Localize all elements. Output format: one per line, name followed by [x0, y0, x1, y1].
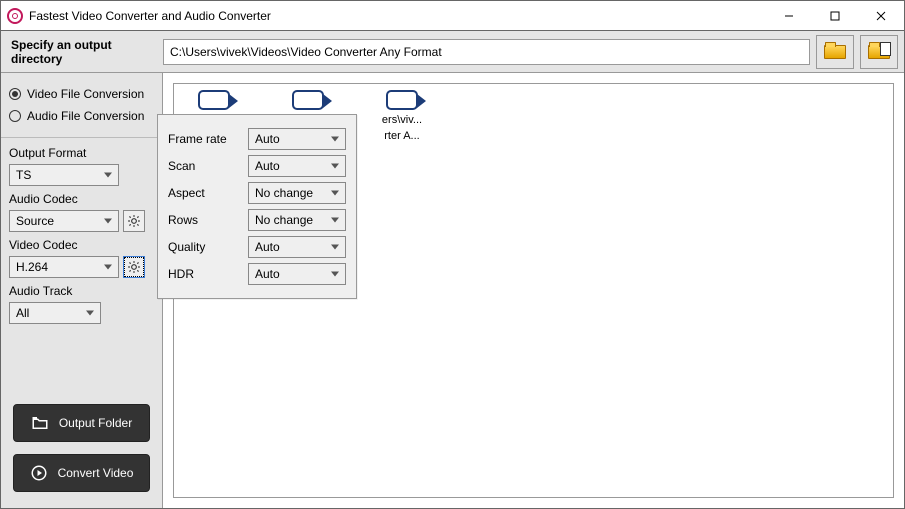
- minimize-button[interactable]: [766, 1, 812, 30]
- select-value: H.264: [16, 260, 48, 274]
- select-value: No change: [255, 213, 313, 227]
- sidebar: Video File Conversion Audio File Convers…: [1, 73, 163, 508]
- folder-icon: [31, 414, 49, 432]
- select-value: TS: [16, 168, 31, 182]
- popup-row-framerate: Frame rate Auto: [168, 128, 346, 150]
- title-bar: Fastest Video Converter and Audio Conver…: [1, 1, 904, 31]
- video-codec-select[interactable]: H.264: [9, 256, 119, 278]
- convert-video-button[interactable]: Convert Video: [13, 454, 150, 492]
- hdr-select[interactable]: Auto: [248, 263, 346, 285]
- popup-label: Quality: [168, 240, 248, 254]
- audio-codec-block: Audio Codec Source: [1, 188, 162, 234]
- folder-icon: [824, 45, 846, 59]
- scan-select[interactable]: Auto: [248, 155, 346, 177]
- audio-track-block: Audio Track All: [1, 280, 162, 326]
- video-icon: [386, 90, 418, 110]
- video-codec-settings-button[interactable]: [123, 256, 145, 278]
- rows-select[interactable]: No change: [248, 209, 346, 231]
- gear-icon: [127, 260, 141, 274]
- popup-row-scan: Scan Auto: [168, 155, 346, 177]
- button-label: Output Folder: [59, 416, 132, 430]
- popup-label: Scan: [168, 159, 248, 173]
- select-value: Auto: [255, 132, 280, 146]
- radio-icon: [9, 88, 21, 100]
- video-codec-block: Video Codec H.264: [1, 234, 162, 280]
- field-label: Audio Codec: [9, 192, 154, 206]
- framerate-select[interactable]: Auto: [248, 128, 346, 150]
- field-label: Audio Track: [9, 284, 154, 298]
- video-icon: [198, 90, 230, 110]
- aspect-select[interactable]: No change: [248, 182, 346, 204]
- folder-docs-icon: [868, 45, 890, 59]
- close-button[interactable]: [858, 1, 904, 30]
- select-value: Source: [16, 214, 54, 228]
- select-value: No change: [255, 186, 313, 200]
- popup-row-quality: Quality Auto: [168, 236, 346, 258]
- select-value: Auto: [255, 240, 280, 254]
- file-name-line1: ers\viv...: [362, 114, 442, 126]
- separator: [1, 137, 162, 138]
- output-format-block: Output Format TS: [1, 142, 162, 188]
- popup-label: Frame rate: [168, 132, 248, 146]
- audio-track-select[interactable]: All: [9, 302, 101, 324]
- radio-video-conversion[interactable]: Video File Conversion: [9, 83, 154, 105]
- output-dir-label: Specify an output directory: [7, 38, 157, 66]
- audio-codec-settings-button[interactable]: [123, 210, 145, 232]
- window-title: Fastest Video Converter and Audio Conver…: [29, 9, 766, 23]
- video-codec-settings-popup: Frame rate Auto Scan Auto Aspect No chan…: [157, 114, 357, 299]
- output-format-select[interactable]: TS: [9, 164, 119, 186]
- output-dir-row: Specify an output directory: [1, 31, 904, 73]
- popup-label: HDR: [168, 267, 248, 281]
- quality-select[interactable]: Auto: [248, 236, 346, 258]
- button-label: Convert Video: [58, 466, 134, 480]
- conversion-type-group: Video File Conversion Audio File Convers…: [1, 77, 162, 133]
- popup-label: Rows: [168, 213, 248, 227]
- radio-label: Audio File Conversion: [27, 109, 144, 123]
- popup-label: Aspect: [168, 186, 248, 200]
- window-controls: [766, 1, 904, 30]
- select-value: All: [16, 306, 29, 320]
- open-folder-button[interactable]: [860, 35, 898, 69]
- output-folder-button[interactable]: Output Folder: [13, 404, 150, 442]
- body: Video File Conversion Audio File Convers…: [1, 73, 904, 508]
- gear-icon: [127, 214, 141, 228]
- radio-audio-conversion[interactable]: Audio File Conversion: [9, 105, 154, 127]
- popup-row-aspect: Aspect No change: [168, 182, 346, 204]
- app-icon: [7, 8, 23, 24]
- file-item[interactable]: ers\viv... rter A...: [370, 90, 434, 142]
- convert-icon: [30, 464, 48, 482]
- maximize-button[interactable]: [812, 1, 858, 30]
- popup-row-hdr: HDR Auto: [168, 263, 346, 285]
- select-value: Auto: [255, 159, 280, 173]
- radio-label: Video File Conversion: [27, 87, 144, 101]
- file-name-line2: rter A...: [362, 130, 442, 142]
- audio-codec-select[interactable]: Source: [9, 210, 119, 232]
- app-window: Fastest Video Converter and Audio Conver…: [0, 0, 905, 509]
- field-label: Output Format: [9, 146, 154, 160]
- output-dir-input[interactable]: [163, 39, 810, 65]
- popup-row-rows: Rows No change: [168, 209, 346, 231]
- select-value: Auto: [255, 267, 280, 281]
- radio-icon: [9, 110, 21, 122]
- field-label: Video Codec: [9, 238, 154, 252]
- video-icon: [292, 90, 324, 110]
- browse-folder-button[interactable]: [816, 35, 854, 69]
